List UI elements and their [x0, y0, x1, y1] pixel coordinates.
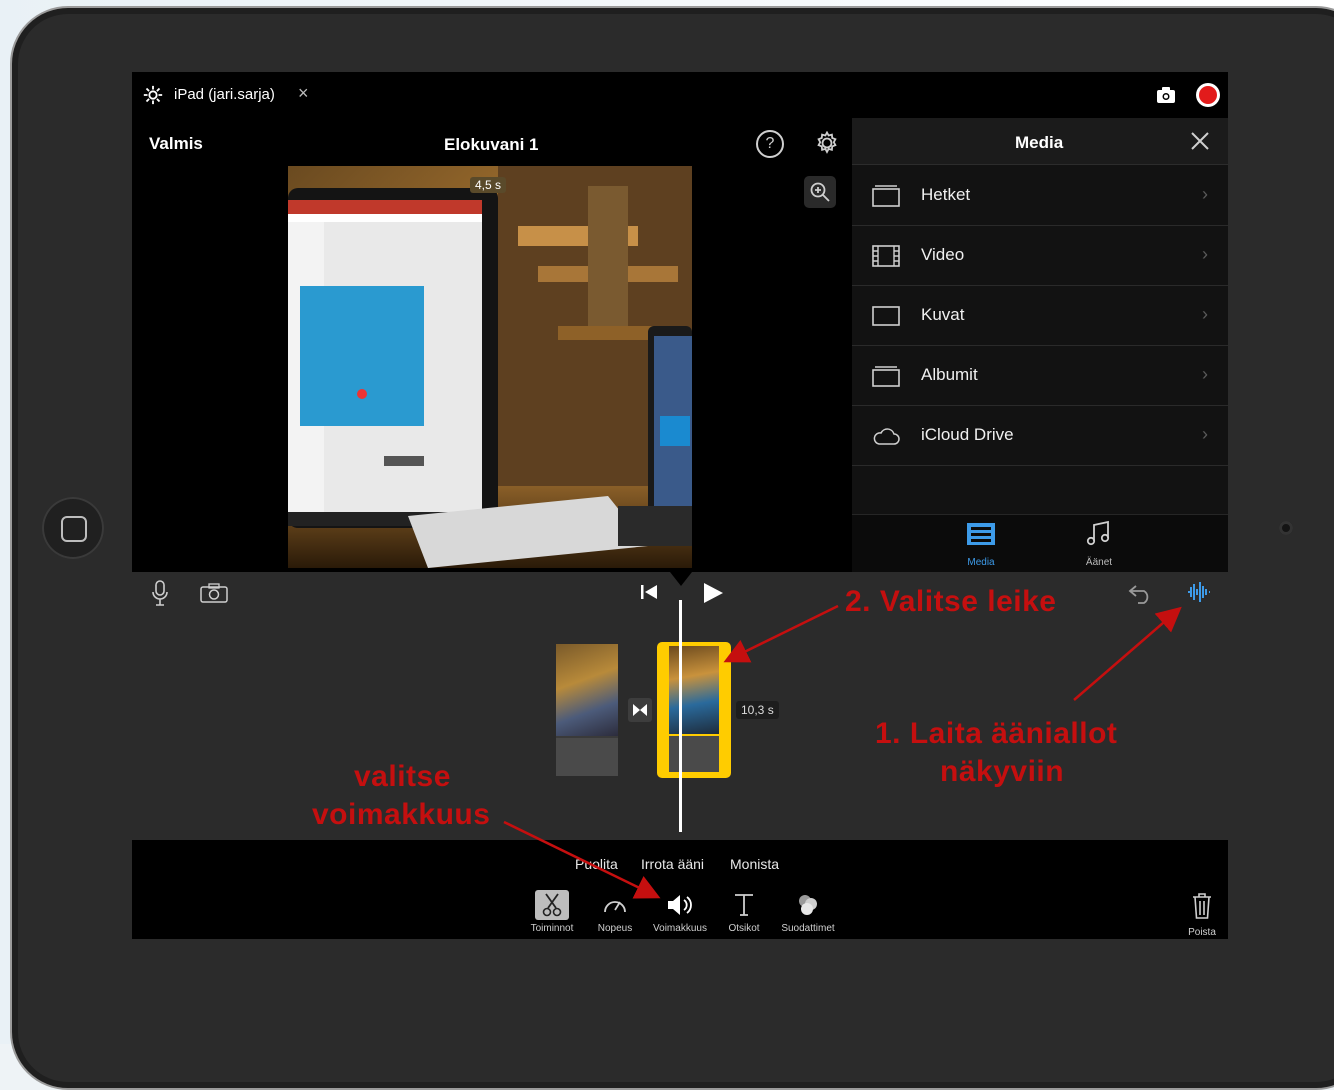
undo-icon[interactable] — [1128, 582, 1154, 604]
split-action[interactable]: Puolita — [575, 856, 618, 872]
media-item-icloud-drive[interactable]: iCloud Drive › — [852, 406, 1228, 466]
clip-thumbnail — [669, 646, 719, 734]
chevron-right-icon: › — [1202, 184, 1208, 204]
project-title: Elokuvani 1 — [444, 135, 539, 154]
transition-icon — [633, 704, 647, 716]
detach-audio-action[interactable]: Irrota ääni — [641, 856, 704, 872]
photos-icon — [872, 306, 900, 326]
media-title: Media — [1015, 133, 1064, 152]
tool-label: Voimakkuus — [653, 923, 707, 934]
music-note-icon — [1086, 520, 1110, 546]
media-panel: Media Hetket › Video › Kuvat › Albumit ›… — [852, 118, 1228, 573]
chevron-right-icon: › — [1202, 244, 1208, 264]
delete-button[interactable]: Poista — [1182, 892, 1222, 938]
media-item-label: Kuvat — [921, 305, 965, 324]
camera-outline-icon[interactable] — [200, 583, 228, 603]
help-button[interactable]: ? — [756, 130, 784, 158]
device-name: iPad (jari.sarja) — [174, 86, 275, 103]
trash-icon — [1193, 893, 1211, 919]
annotation-show-waveforms-line2: näkyviin — [940, 755, 1065, 788]
preview-scene — [288, 166, 692, 568]
speed-icon — [598, 890, 632, 920]
tool-voimakkuus[interactable]: Voimakkuus — [644, 890, 716, 934]
audio-waveform-icon[interactable] — [1186, 580, 1212, 604]
tool-toiminnot[interactable]: Toiminnot — [516, 890, 588, 934]
albums-icon — [872, 366, 900, 387]
media-item-video[interactable]: Video › — [852, 226, 1228, 286]
media-header: Media — [852, 118, 1228, 165]
tool-suodattimet[interactable]: Suodattimet — [772, 890, 844, 934]
home-button[interactable] — [42, 497, 104, 559]
moments-icon — [872, 185, 900, 207]
chevron-right-icon: › — [1202, 304, 1208, 324]
tool-label: Toiminnot — [530, 923, 574, 934]
transition-button[interactable] — [628, 698, 652, 722]
timeline-clip-1[interactable] — [556, 644, 618, 776]
tool-label: Otsikot — [728, 923, 760, 934]
zoom-button[interactable] — [804, 176, 836, 208]
front-camera — [1279, 521, 1293, 535]
done-button[interactable]: Valmis — [149, 134, 203, 154]
timeline[interactable]: 10,3 s — [132, 572, 1228, 840]
chevron-right-icon: › — [1202, 424, 1208, 444]
annotation-select-clip: 2. Valitse leike — [845, 585, 1057, 618]
close-device-button[interactable]: × — [298, 83, 309, 104]
annotation-choose-volume-line2: voimakkuus — [312, 798, 491, 831]
settings-icon[interactable] — [815, 131, 839, 155]
volume-icon — [663, 890, 697, 920]
media-item-albumit[interactable]: Albumit › — [852, 346, 1228, 406]
mirror-topbar: iPad (jari.sarja) × — [132, 72, 1228, 118]
clip-audio-track — [669, 736, 719, 772]
annotation-show-waveforms-line1: 1. Laita ääniallot — [875, 717, 1118, 750]
tab-media[interactable]: Media — [951, 519, 1011, 569]
cloud-icon — [873, 428, 900, 445]
clip-audio-track — [556, 738, 618, 776]
video-preview[interactable]: 4,5 s — [288, 166, 692, 568]
chevron-right-icon: › — [1202, 364, 1208, 384]
timeline-clip-2-selected[interactable] — [657, 642, 731, 778]
media-tab-icon — [967, 523, 995, 545]
microphone-icon[interactable] — [152, 580, 168, 606]
preview-duration-badge: 4,5 s — [470, 177, 507, 193]
editor-area: Valmis Elokuvani 1 ? 4,5 s — [132, 118, 852, 572]
duplicate-action[interactable]: Monista — [730, 856, 779, 872]
tab-label: Äänet — [1085, 557, 1113, 568]
skip-back-icon[interactable] — [640, 584, 658, 600]
tab-aanet[interactable]: Äänet — [1069, 519, 1129, 569]
media-item-label: Video — [921, 245, 965, 264]
media-item-label: Hetket — [921, 185, 971, 204]
clip-duration-badge: 10,3 s — [736, 701, 779, 719]
home-icon — [61, 516, 87, 542]
media-item-hetket[interactable]: Hetket › — [852, 166, 1228, 226]
tool-otsikot[interactable]: Otsikot — [708, 890, 780, 934]
inspector-toolbar: Puolita Irrota ääni Monista Toiminnot No… — [132, 840, 1228, 939]
annotation-choose-volume-line1: valitse — [354, 760, 451, 793]
scissors-icon — [535, 890, 569, 920]
playhead — [679, 600, 682, 832]
clip-thumbnail — [556, 644, 618, 736]
camera-icon[interactable] — [1156, 86, 1176, 104]
media-item-label: Albumit — [921, 365, 978, 384]
screen: iPad (jari.sarja) × Valmis Elokuvani 1 ? — [132, 72, 1228, 939]
gear-icon[interactable] — [142, 84, 164, 106]
tool-nopeus[interactable]: Nopeus — [579, 890, 651, 934]
play-icon[interactable] — [702, 582, 724, 604]
tool-label: Suodattimet — [781, 923, 835, 934]
tab-label: Media — [967, 557, 995, 568]
close-icon[interactable] — [1190, 131, 1210, 151]
media-tabs: Media Äänet — [852, 514, 1228, 573]
filters-icon — [791, 890, 825, 920]
media-item-label: iCloud Drive — [921, 425, 1014, 444]
record-button[interactable] — [1196, 83, 1220, 107]
film-icon — [872, 245, 900, 267]
delete-label: Poista — [1188, 927, 1216, 938]
titles-icon — [727, 890, 761, 920]
zoom-icon — [810, 182, 830, 202]
tool-label: Nopeus — [597, 923, 633, 934]
media-list: Hetket › Video › Kuvat › Albumit › iClou… — [852, 166, 1228, 466]
playhead-marker — [670, 572, 692, 586]
media-item-kuvat[interactable]: Kuvat › — [852, 286, 1228, 346]
